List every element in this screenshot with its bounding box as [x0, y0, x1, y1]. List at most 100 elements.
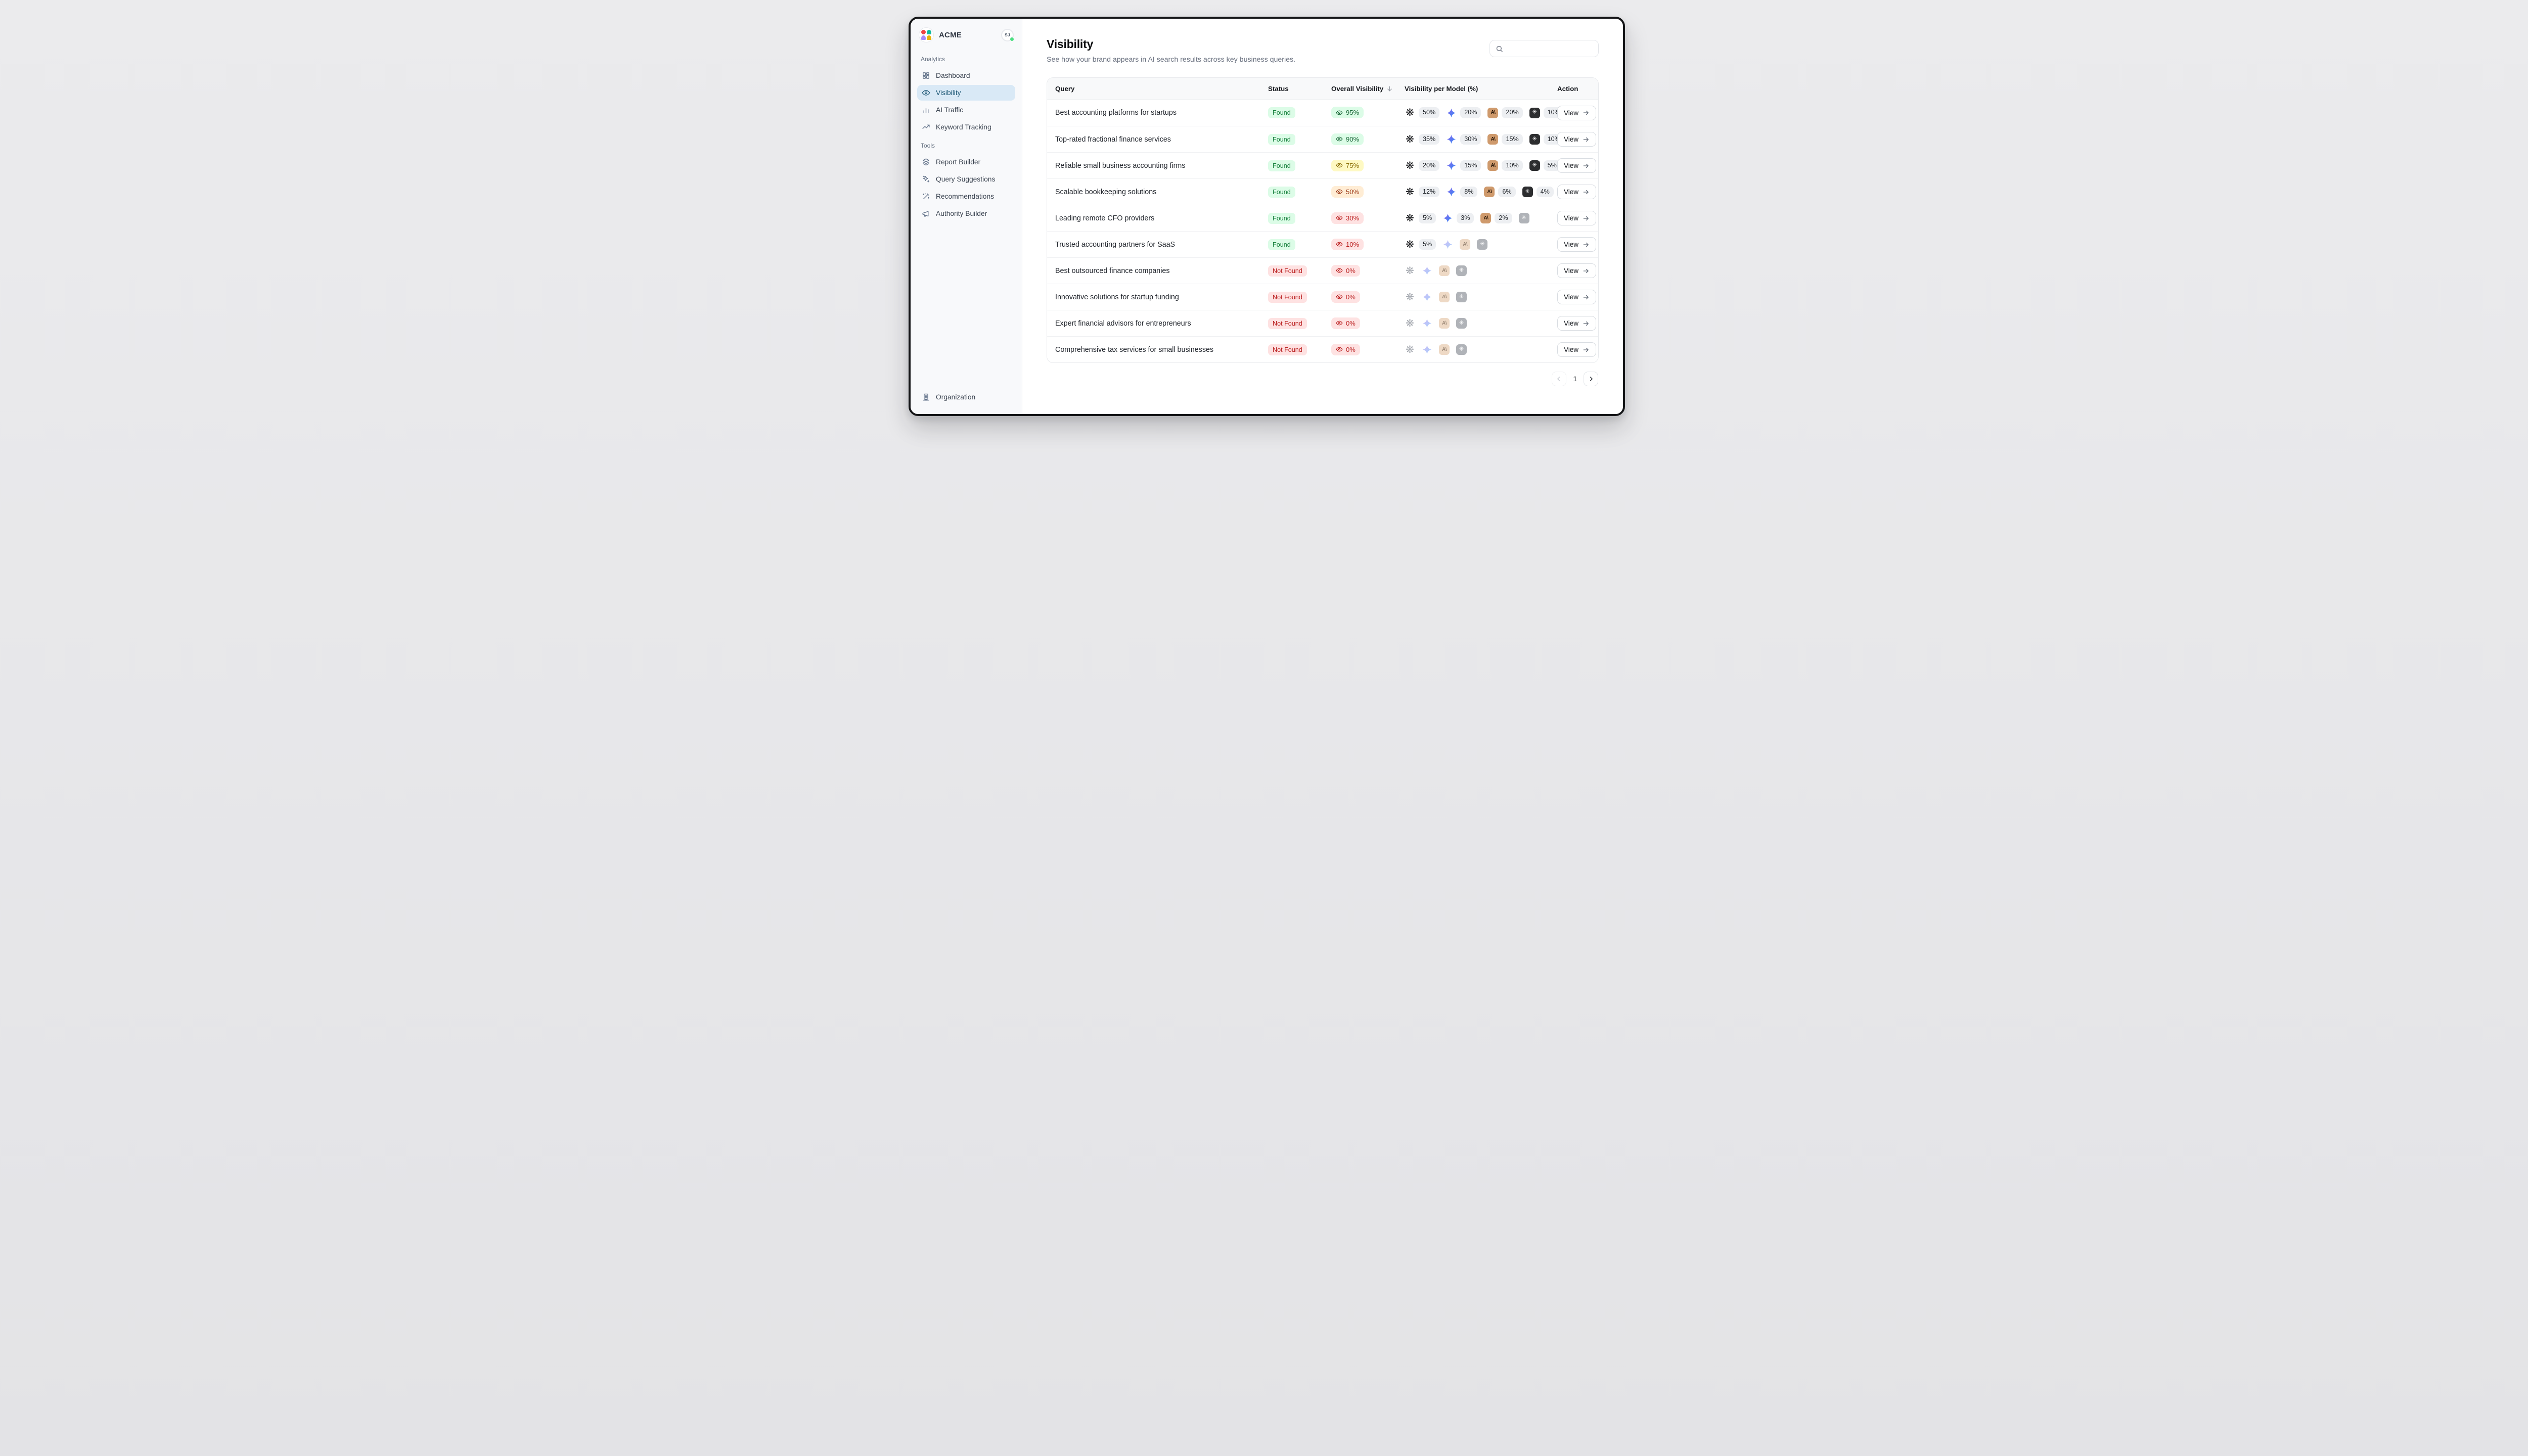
model-group-openai: ❋5% [1405, 239, 1436, 250]
sidebar-item-visibility[interactable]: Visibility [917, 85, 1015, 101]
building-icon [922, 393, 930, 401]
openai-icon: ❋ [1405, 213, 1415, 223]
model-visibility-chip: 8% [1460, 187, 1477, 198]
perplexity-icon: ✳ [1456, 318, 1467, 329]
view-button[interactable]: View [1557, 237, 1596, 252]
section-label: Analytics [921, 56, 1015, 63]
model-visibility-chip: 5% [1419, 213, 1436, 224]
column-header-status: Status [1268, 85, 1331, 93]
model-group-gemini: 15% [1446, 160, 1481, 171]
model-visibility-chip: 3% [1457, 213, 1474, 224]
view-button[interactable]: View [1557, 158, 1596, 173]
query-cell: Trusted accounting partners for SaaS [1055, 241, 1268, 249]
overall-visibility-badge: 0% [1331, 344, 1360, 355]
sidebar-item-dashboard[interactable]: Dashboard [917, 68, 1015, 83]
sidebar-item-label: Organization [936, 393, 975, 401]
overall-visibility-badge: 30% [1331, 212, 1364, 224]
page-title: Visibility [1047, 37, 1295, 51]
openai-icon: ❋ [1405, 187, 1415, 197]
eye-icon [1336, 320, 1343, 327]
table-row: Top-rated fractional finance services Fo… [1047, 126, 1598, 152]
view-button[interactable]: View [1557, 290, 1596, 304]
model-group-anthropic: A\ [1460, 239, 1470, 250]
sidebar-item-authority-builder[interactable]: Authority Builder [917, 206, 1015, 221]
query-cell: Scalable bookkeeping solutions [1055, 188, 1268, 196]
page-header: Visibility See how your brand appears in… [1047, 37, 1599, 64]
model-group-anthropic: A\15% [1487, 134, 1522, 145]
status-badge: Found [1268, 160, 1295, 171]
sidebar-item-report-builder[interactable]: Report Builder [917, 154, 1015, 170]
sidebar-item-recommendations[interactable]: Recommendations [917, 189, 1015, 204]
view-button[interactable]: View [1557, 263, 1596, 278]
perplexity-icon: ✳ [1456, 265, 1467, 276]
sidebar-item-keyword-tracking[interactable]: Keyword Tracking [917, 119, 1015, 135]
model-group-perplexity: ✳ [1456, 318, 1467, 329]
status-badge: Not Found [1268, 344, 1307, 355]
sidebar-item-ai-traffic[interactable]: AI Traffic [917, 102, 1015, 118]
gemini-icon [1422, 318, 1432, 329]
query-cell: Reliable small business accounting firms [1055, 162, 1268, 170]
perplexity-icon: ✳ [1519, 213, 1529, 223]
view-button[interactable]: View [1557, 316, 1596, 331]
brand-row: ACME SJ [917, 27, 1015, 42]
arrow-right-icon [1583, 189, 1590, 196]
view-button[interactable]: View [1557, 132, 1596, 147]
view-button[interactable]: View [1557, 211, 1596, 225]
model-group-openai: ❋ 12% [1405, 187, 1439, 198]
view-button[interactable]: View [1557, 185, 1596, 199]
chevron-left-icon [1556, 376, 1562, 382]
model-group-perplexity: ✳ [1456, 344, 1467, 355]
search-box[interactable] [1489, 40, 1599, 57]
search-input[interactable] [1507, 45, 1593, 53]
overall-visibility-badge: 0% [1331, 317, 1360, 329]
gemini-icon [1422, 344, 1432, 355]
eye-icon [1336, 267, 1343, 274]
sort-desc-icon[interactable] [1386, 85, 1393, 92]
model-group-perplexity: ✳ [1519, 213, 1529, 223]
model-group-anthropic: A\ [1439, 344, 1450, 355]
table-row: Innovative solutions for startup funding… [1047, 284, 1598, 310]
model-group-gemini: 30% [1446, 134, 1481, 145]
model-group-gemini [1422, 292, 1432, 302]
view-button[interactable]: View [1557, 342, 1596, 357]
table-row: Reliable small business accounting firms… [1047, 152, 1598, 178]
column-header-overall-visibility[interactable]: Overall Visibility [1331, 85, 1405, 93]
perplexity-icon: ✳ [1477, 239, 1487, 250]
eye-icon [1336, 214, 1343, 221]
table-row: Expert financial advisors for entreprene… [1047, 310, 1598, 336]
current-page-number: 1 [1573, 375, 1577, 383]
sidebar-item-query-suggestions[interactable]: Query Suggestions [917, 171, 1015, 187]
view-button[interactable]: View [1557, 106, 1596, 120]
sidebar-item-organization[interactable]: Organization [917, 389, 1015, 405]
status-badge: Found [1268, 187, 1295, 198]
avatar[interactable]: SJ [1001, 29, 1014, 41]
openai-icon: ❋ [1405, 318, 1415, 329]
model-visibility-chip: 30% [1460, 134, 1481, 145]
query-cell: Best outsourced finance companies [1055, 267, 1268, 275]
models-cell: ❋5% A\ ✳ [1405, 239, 1557, 250]
previous-page-button[interactable] [1552, 372, 1566, 386]
openai-icon: ❋ [1405, 344, 1415, 355]
model-visibility-chip: 15% [1460, 160, 1481, 171]
gemini-icon [1446, 160, 1457, 171]
sidebar-item-label: Dashboard [936, 72, 970, 79]
next-page-button[interactable] [1584, 372, 1598, 386]
model-visibility-chip: 4% [1537, 187, 1554, 198]
search-icon [1496, 45, 1503, 53]
gemini-icon [1446, 134, 1457, 145]
sidebar-sections: Analytics Dashboard VisibilityAI TrafficKe… [917, 53, 1015, 229]
anthropic-icon: A\ [1439, 318, 1450, 329]
model-visibility-chip: 12% [1419, 187, 1439, 198]
model-group-perplexity: ✳ [1456, 265, 1467, 276]
gemini-icon [1422, 292, 1432, 302]
table-body: Best accounting platforms for startups F… [1047, 100, 1598, 362]
openai-icon: ❋ [1405, 134, 1415, 145]
anthropic-icon: A\ [1484, 187, 1495, 197]
query-cell: Expert financial advisors for entreprene… [1055, 320, 1268, 328]
sidebar-footer: Organization [917, 389, 1015, 405]
openai-icon: ❋ [1405, 239, 1415, 250]
model-group-gemini [1422, 318, 1432, 329]
model-visibility-chip: 6% [1498, 187, 1515, 198]
status-badge: Not Found [1268, 265, 1307, 277]
table-row: Scalable bookkeeping solutions Found 50%… [1047, 178, 1598, 205]
